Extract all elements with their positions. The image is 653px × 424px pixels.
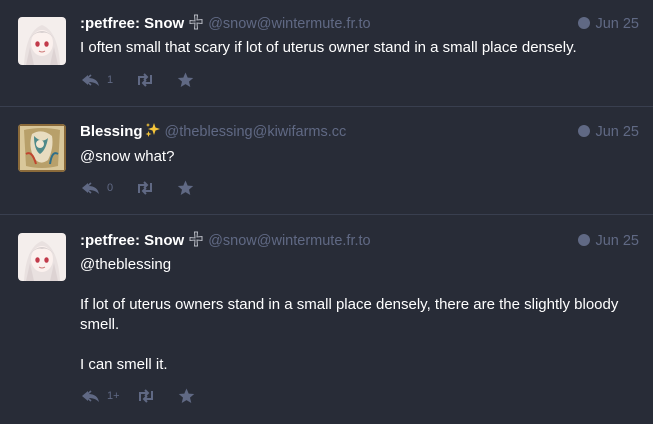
globe-icon [578, 234, 591, 246]
avatar-image [18, 17, 66, 65]
reply-all-icon [82, 182, 99, 194]
reply-button[interactable]: 0 [80, 180, 113, 196]
account-handle[interactable]: @snow@wintermute.fr.to [208, 233, 370, 249]
avatar-image [18, 233, 66, 281]
status-actions: 1+ [80, 386, 195, 406]
star-icon [177, 180, 194, 195]
sparkles-icon [145, 122, 161, 144]
reply-count: 0 [107, 182, 114, 194]
display-name[interactable]: :petfree: Snow [80, 15, 184, 32]
avatar[interactable] [18, 233, 66, 281]
mention-link[interactable]: @theblessing [80, 255, 629, 275]
status-post[interactable]: :petfree: Snow @snow@wintermute.fr.to Jun… [0, 215, 653, 424]
display-name[interactable]: :petfree: Snow [80, 232, 184, 249]
status-actions: 1 [80, 70, 194, 90]
status-content: @snow what? [80, 147, 629, 167]
status-paragraph: If lot of uterus owners stand in a small… [80, 296, 619, 333]
boost-button[interactable] [136, 389, 156, 403]
account-handle[interactable]: @theblessing@kiwifarms.cc [165, 124, 347, 140]
globe-icon [578, 17, 591, 29]
reply-all-icon [82, 390, 99, 402]
status-post[interactable]: :petfree: Snow @snow@wintermute.fr.to Jun… [0, 0, 653, 107]
favourite-button[interactable] [177, 180, 194, 196]
reply-button[interactable]: 1+ [80, 388, 120, 404]
timeline: :petfree: Snow @snow@wintermute.fr.to Jun… [0, 0, 653, 424]
reply-all-icon [82, 74, 99, 86]
reply-button[interactable]: 1 [80, 72, 113, 88]
retweet-icon [138, 181, 153, 195]
favourite-button[interactable] [178, 388, 195, 404]
timestamp[interactable]: Jun 25 [578, 231, 639, 251]
reply-count: 1 [107, 74, 114, 86]
account-handle[interactable]: @snow@wintermute.fr.to [208, 16, 370, 32]
status-paragraph: I can smell it. [80, 356, 168, 373]
avatar-image [18, 124, 66, 172]
avatar[interactable] [18, 124, 66, 172]
timestamp[interactable]: Jun 25 [578, 122, 639, 142]
globe-icon [578, 125, 591, 137]
reply-count: 1+ [107, 390, 120, 402]
status-paragraph: @snow what? [80, 148, 175, 165]
favourite-button[interactable] [177, 72, 194, 88]
retweet-icon [138, 73, 153, 87]
iron-cross-icon [188, 14, 204, 36]
avatar[interactable] [18, 17, 66, 65]
star-icon [177, 72, 194, 87]
timestamp[interactable]: Jun 25 [578, 14, 639, 34]
iron-cross-icon [188, 231, 204, 253]
boost-button[interactable] [135, 181, 155, 195]
status-paragraph: I often small that scary if lot of uteru… [80, 39, 577, 56]
status-post[interactable]: Blessing @theblessing@kiwifarms.cc Jun 25… [0, 107, 653, 215]
timestamp-label: Jun 25 [595, 233, 639, 249]
status-actions: 0 [80, 178, 194, 198]
retweet-icon [138, 389, 153, 403]
timestamp-label: Jun 25 [595, 16, 639, 32]
boost-button[interactable] [135, 73, 155, 87]
star-icon [178, 388, 194, 403]
display-name[interactable]: Blessing [80, 123, 143, 140]
status-content: I often small that scary if lot of uteru… [80, 38, 629, 58]
status-content: @theblessing If lot of uterus owners sta… [80, 255, 629, 375]
timestamp-label: Jun 25 [595, 124, 639, 140]
